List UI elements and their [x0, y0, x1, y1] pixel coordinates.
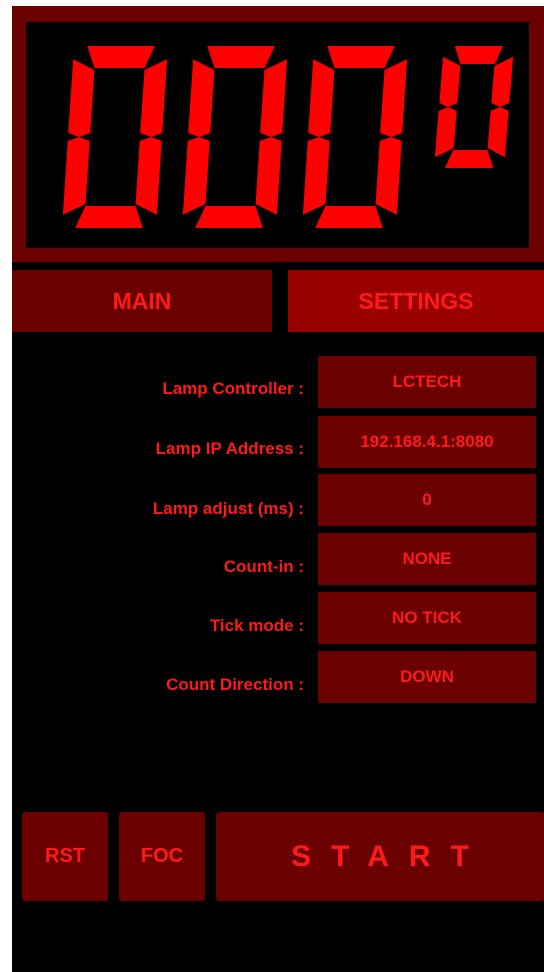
lamp-controller-select[interactable]: LCTECH	[318, 356, 536, 408]
count-direction-select[interactable]: DOWN	[318, 651, 536, 703]
digit-2-segment-top	[207, 46, 275, 68]
count-in-select[interactable]: NONE	[318, 533, 536, 585]
foc-button[interactable]: FOC	[119, 812, 205, 901]
digit-3-segment-top	[327, 46, 395, 68]
digit-3-segment-upper-right	[380, 59, 408, 138]
digit-1-segment-bottom	[75, 206, 143, 228]
count-direction-label: Count Direction :	[166, 675, 304, 694]
digit-1-segment-lower-right	[135, 137, 162, 215]
lamp-adjust-field[interactable]: 0	[318, 474, 536, 526]
count-in-label: Count-in :	[223, 557, 304, 576]
lamp-ip-address-field[interactable]: 192.168.4.1:8080	[318, 416, 536, 468]
digit-1-segment-lower-left	[62, 137, 90, 215]
degree-segment-upper-left	[439, 56, 461, 107]
digit-1-segment-upper-left	[68, 59, 95, 138]
tick-mode-label: Tick mode :	[209, 616, 304, 635]
digit-1-segment-upper-right	[140, 59, 168, 138]
lamp-controller-label: Lamp Controller :	[162, 379, 304, 398]
digit-2-segment-lower-left	[182, 137, 210, 215]
seven-segment-readout	[62, 46, 514, 228]
degree-segment-bottom	[444, 150, 494, 168]
lamp-ip-address-label: Lamp IP Address :	[155, 439, 304, 458]
tick-mode-select[interactable]: NO TICK	[318, 592, 536, 644]
digit-1-segment-top	[87, 46, 155, 68]
degree-segment-lower-left	[434, 107, 457, 158]
digit-2-segment-bottom	[195, 206, 263, 228]
digit-3-segment-lower-right	[375, 137, 402, 215]
timer-display	[26, 22, 529, 248]
digit-3-segment-lower-left	[302, 137, 330, 215]
degree-segment-upper-right	[491, 56, 514, 107]
degree-segment-top	[454, 46, 504, 64]
digit-2-segment-upper-left	[188, 59, 215, 138]
digit-3-segment-bottom	[315, 206, 383, 228]
tab-settings[interactable]: SETTINGS	[288, 270, 544, 332]
reset-button[interactable]: RST	[22, 812, 108, 901]
lamp-adjust-label: Lamp adjust (ms) :	[152, 499, 304, 518]
start-button[interactable]: START	[216, 812, 544, 901]
degree-segment-lower-right	[487, 107, 509, 158]
timer-display-frame	[12, 6, 544, 262]
tab-main[interactable]: MAIN	[12, 270, 272, 332]
digit-2-segment-upper-right	[260, 59, 288, 138]
digit-2-segment-lower-right	[255, 137, 282, 215]
digit-3-segment-upper-left	[308, 59, 335, 138]
app-screen: MAIN SETTINGS Lamp Controller : LCTECH L…	[12, 6, 544, 972]
